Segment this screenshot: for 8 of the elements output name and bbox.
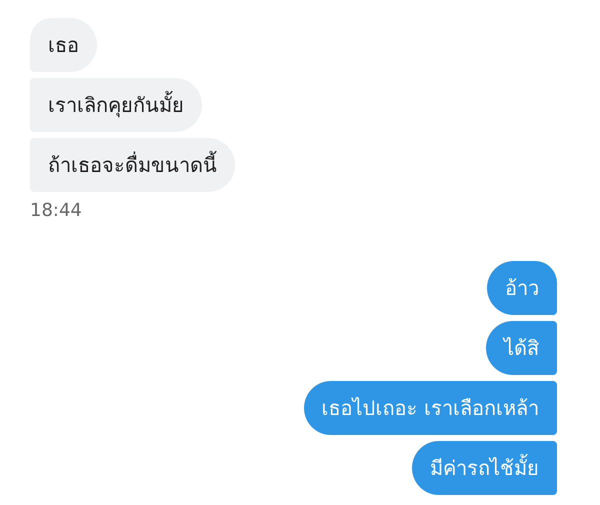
message-bubble: ได้สิ [486,321,557,375]
message-bubble: เธอ [30,18,97,72]
timestamp: 18:44 [30,200,82,221]
message-bubble: ถ้าเธอจะดื่มขนาดนี้ [30,138,235,192]
message-bubble: เธอไปเถอะ เราเลือกเหล้า [304,381,557,435]
message-bubble: เราเลิกคุยกันมั้ย [30,78,202,132]
message-bubble: มีค่ารถไช้มั้ย [412,441,557,495]
message-bubble: อ้าว [487,261,557,315]
